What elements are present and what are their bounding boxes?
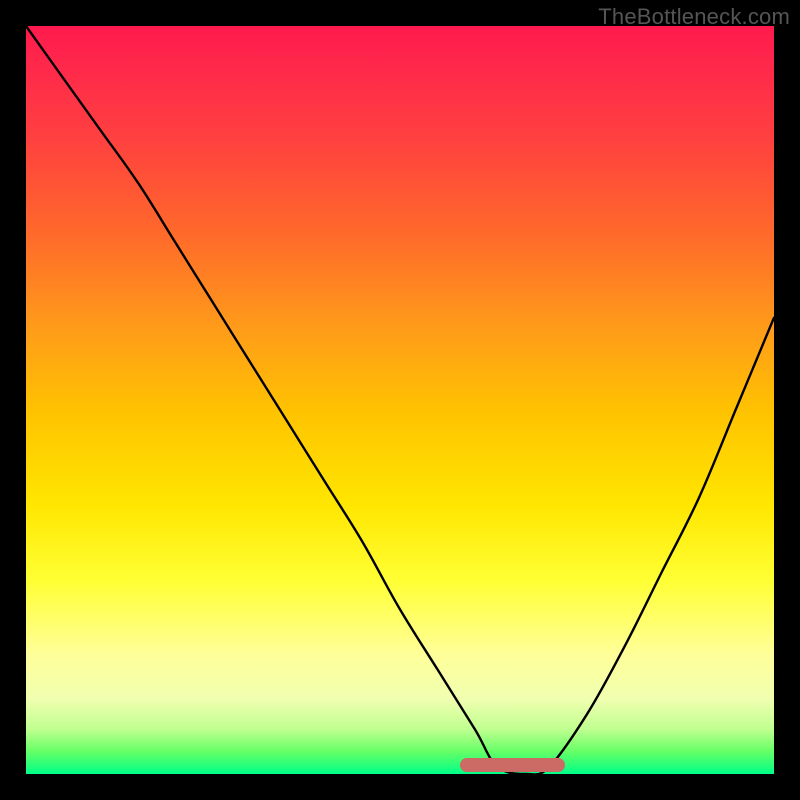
- bottleneck-curve: [26, 26, 774, 774]
- optimal-range-marker: [460, 758, 565, 772]
- watermark-text: TheBottleneck.com: [598, 4, 790, 30]
- chart-plot-area: [26, 26, 774, 774]
